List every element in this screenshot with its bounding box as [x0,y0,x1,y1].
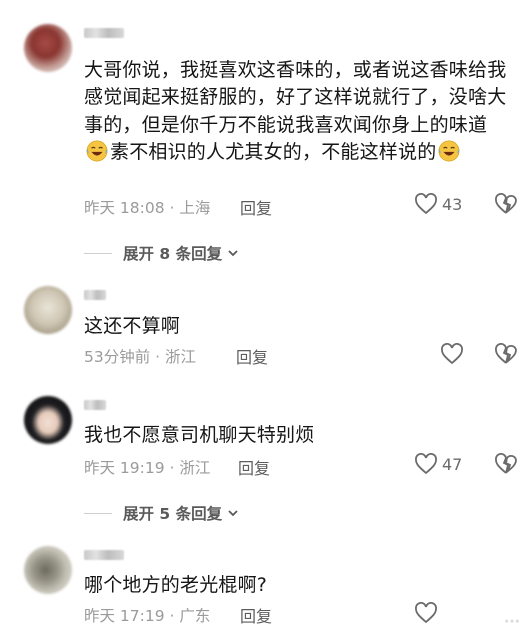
divider [84,512,112,514]
comment-meta: 昨天 17:19 · 广东 [84,607,211,625]
username[interactable] [84,290,106,300]
comment-meta: 昨天 18:08 · 上海 [84,199,211,217]
expand-replies-button[interactable]: 展开 8 条回复 [84,242,240,264]
comment-meta: 昨天 19:19 · 浙江 [84,459,211,477]
comment-text: 哪个地方的老光棍啊? [84,574,268,596]
heart-outline-icon [441,343,463,365]
heart-outline-icon [415,193,437,215]
watermark: ··· [504,614,520,630]
username[interactable] [84,550,124,560]
like-count: 43 [442,194,463,214]
broken-heart-icon[interactable] [494,453,518,475]
like-button[interactable] [440,343,468,365]
avatar[interactable] [24,396,72,444]
reply-button[interactable]: 回复 [236,344,268,368]
comment-text-part2: 素不相识的人尤其女的，不能这样说的 [110,140,437,163]
chevron-down-icon [228,510,238,517]
avatar[interactable] [24,24,72,72]
username[interactable] [84,400,106,410]
heart-outline-icon [415,602,437,624]
comment-text: 我也不愿意司机聊天特别烦 [84,424,315,446]
avatar[interactable] [24,546,72,594]
broken-heart-icon[interactable] [494,343,518,365]
comment-text-part1: 大哥你说，我挺喜欢这香味的，或者说这香味给我感觉闻起来挺舒服的，好了这样说就行了… [84,59,507,136]
divider [84,252,112,254]
broken-heart-icon[interactable] [494,193,518,215]
comment-meta: 53分钟前 · 浙江 [84,348,197,366]
comment-text: 这还不算啊 [84,315,181,337]
expand-replies-label: 展开 8 条回复 [123,245,223,263]
expand-replies-button[interactable]: 展开 5 条回复 [84,502,240,524]
laughing-crying-emoji-icon [438,140,460,162]
reply-button[interactable]: 回复 [238,455,270,479]
like-button[interactable]: 43 [414,193,462,215]
reply-button[interactable]: 回复 [240,603,272,627]
username[interactable] [84,28,124,38]
like-button[interactable] [414,602,442,624]
laughing-crying-emoji-icon [86,140,108,162]
expand-replies-label: 展开 5 条回复 [123,505,223,523]
like-count: 47 [442,454,463,474]
heart-outline-icon [415,453,437,475]
comment-text: 大哥你说，我挺喜欢这香味的，或者说这香味给我感觉闻起来挺舒服的，好了这样说就行了… [84,57,512,166]
avatar[interactable] [24,286,72,334]
like-button[interactable]: 47 [414,453,462,475]
reply-button[interactable]: 回复 [240,195,272,219]
chevron-down-icon [228,250,238,257]
